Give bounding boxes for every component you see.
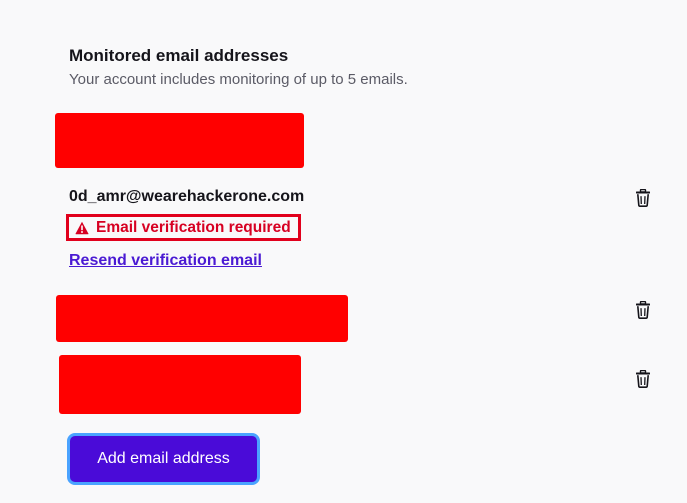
warning-icon bbox=[75, 221, 89, 235]
add-email-button[interactable]: Add email address bbox=[67, 433, 260, 485]
section-title: Monitored email addresses bbox=[69, 46, 289, 65]
trash-icon[interactable] bbox=[635, 370, 651, 388]
email-address: 0d_amr@wearehackerone.com bbox=[69, 188, 305, 205]
monitored-emails-panel: Monitored email addresses Your account i… bbox=[0, 0, 687, 503]
trash-icon[interactable] bbox=[635, 301, 651, 319]
verification-required-status: Email verification required bbox=[66, 214, 301, 241]
redacted-email-2 bbox=[56, 295, 348, 342]
trash-icon[interactable] bbox=[635, 189, 651, 207]
verification-status-text: Email verification required bbox=[96, 218, 291, 236]
redacted-email-1 bbox=[55, 113, 304, 168]
section-subtitle: Your account includes monitoring of up t… bbox=[69, 71, 408, 88]
redacted-email-3 bbox=[59, 355, 301, 414]
resend-verification-link[interactable]: Resend verification email bbox=[69, 252, 262, 270]
